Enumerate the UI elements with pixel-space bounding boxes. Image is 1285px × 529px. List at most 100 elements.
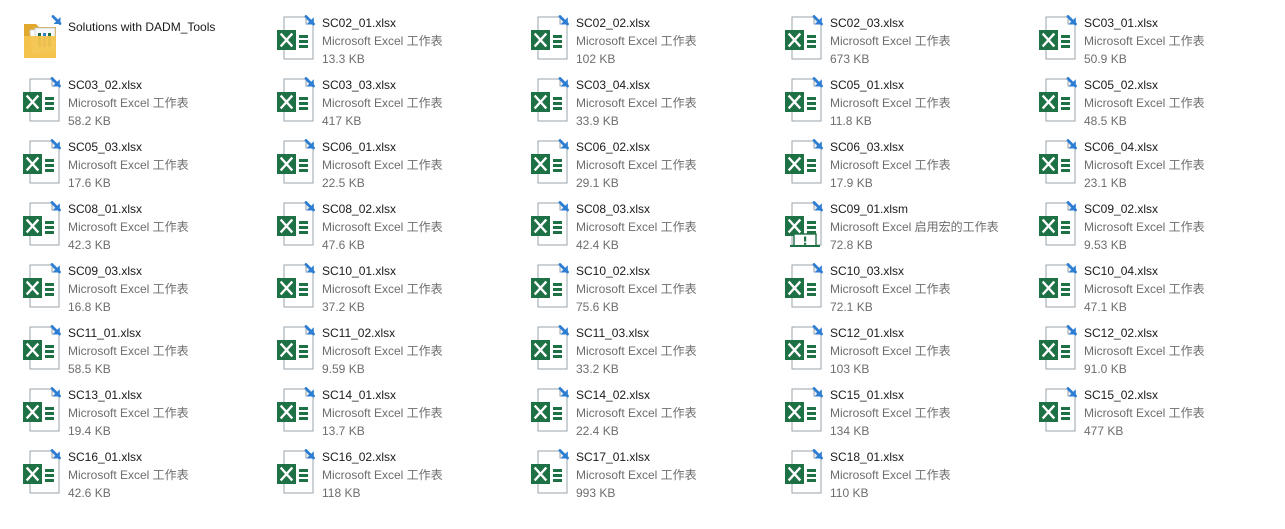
- file-tile[interactable]: SC06_04.xlsx Microsoft Excel 工作表 23.1 KB: [1036, 136, 1285, 192]
- file-tile[interactable]: SC08_01.xlsx Microsoft Excel 工作表 42.3 KB: [20, 198, 270, 254]
- excel-workbook-icon: [784, 138, 824, 186]
- file-details: SC18_01.xlsx Microsoft Excel 工作表 110 KB: [830, 448, 1030, 502]
- excel-workbook-icon: [530, 448, 570, 496]
- file-tile[interactable]: SC06_02.xlsx Microsoft Excel 工作表 29.1 KB: [528, 136, 778, 192]
- file-name: SC14_02.xlsx: [576, 388, 651, 402]
- file-tile[interactable]: SC03_01.xlsx Microsoft Excel 工作表 50.9 KB: [1036, 12, 1285, 68]
- excel-workbook-icon: [276, 324, 316, 372]
- file-size: 22.4 KB: [576, 424, 619, 438]
- file-tile[interactable]: SC16_02.xlsx Microsoft Excel 工作表 118 KB: [274, 446, 524, 502]
- file-tile[interactable]: SC13_01.xlsx Microsoft Excel 工作表 19.4 KB: [20, 384, 270, 440]
- file-size: 23.1 KB: [1084, 176, 1127, 190]
- file-tile[interactable]: SC12_02.xlsx Microsoft Excel 工作表 91.0 KB: [1036, 322, 1285, 378]
- file-name: SC16_02.xlsx: [322, 450, 397, 464]
- file-tile[interactable]: SC10_04.xlsx Microsoft Excel 工作表 47.1 KB: [1036, 260, 1285, 316]
- file-type: Microsoft Excel 工作表: [576, 344, 697, 358]
- file-tile[interactable]: SC15_02.xlsx Microsoft Excel 工作表 477 KB: [1036, 384, 1285, 440]
- file-tile[interactable]: SC08_03.xlsx Microsoft Excel 工作表 42.4 KB: [528, 198, 778, 254]
- file-details: SC02_03.xlsx Microsoft Excel 工作表 673 KB: [830, 14, 1030, 68]
- file-name: SC17_01.xlsx: [576, 450, 651, 464]
- file-tile[interactable]: SC09_01.xlsm Microsoft Excel 启用宏的工作表 72.…: [782, 198, 1032, 254]
- file-tile[interactable]: SC06_03.xlsx Microsoft Excel 工作表 17.9 KB: [782, 136, 1032, 192]
- file-tile[interactable]: SC11_03.xlsx Microsoft Excel 工作表 33.2 KB: [528, 322, 778, 378]
- excel-workbook-icon: [530, 138, 570, 186]
- file-type: Microsoft Excel 工作表: [1084, 220, 1205, 234]
- excel-workbook-icon: [276, 76, 316, 124]
- file-tile[interactable]: SC06_01.xlsx Microsoft Excel 工作表 22.5 KB: [274, 136, 524, 192]
- file-type: Microsoft Excel 启用宏的工作表: [830, 220, 999, 234]
- file-type: Microsoft Excel 工作表: [68, 468, 189, 482]
- file-tile[interactable]: SC17_01.xlsx Microsoft Excel 工作表 993 KB: [528, 446, 778, 502]
- file-name: SC03_02.xlsx: [68, 78, 143, 92]
- file-tile[interactable]: SC02_01.xlsx Microsoft Excel 工作表 13.3 KB: [274, 12, 524, 68]
- file-size: 9.53 KB: [1084, 238, 1127, 252]
- file-size: 33.9 KB: [576, 114, 619, 128]
- excel-workbook-icon: [784, 324, 824, 372]
- file-details: SC06_03.xlsx Microsoft Excel 工作表 17.9 KB: [830, 138, 1030, 192]
- file-details: SC02_02.xlsx Microsoft Excel 工作表 102 KB: [576, 14, 776, 68]
- excel-workbook-icon: [530, 262, 570, 310]
- file-tile[interactable]: SC09_02.xlsx Microsoft Excel 工作表 9.53 KB: [1036, 198, 1285, 254]
- file-details: SC09_01.xlsm Microsoft Excel 启用宏的工作表 72.…: [830, 200, 1030, 254]
- file-tile[interactable]: SC14_01.xlsx Microsoft Excel 工作表 13.7 KB: [274, 384, 524, 440]
- file-tile[interactable]: SC15_01.xlsx Microsoft Excel 工作表 134 KB: [782, 384, 1032, 440]
- file-size: 58.5 KB: [68, 362, 111, 376]
- file-tile[interactable]: SC16_01.xlsx Microsoft Excel 工作表 42.6 KB: [20, 446, 270, 502]
- file-size: 75.6 KB: [576, 300, 619, 314]
- file-name: SC06_03.xlsx: [830, 140, 905, 154]
- file-tile[interactable]: SC12_01.xlsx Microsoft Excel 工作表 103 KB: [782, 322, 1032, 378]
- file-details: SC14_01.xlsx Microsoft Excel 工作表 13.7 KB: [322, 386, 522, 440]
- file-name: SC08_01.xlsx: [68, 202, 143, 216]
- file-tile[interactable]: SC14_02.xlsx Microsoft Excel 工作表 22.4 KB: [528, 384, 778, 440]
- file-size: 29.1 KB: [576, 176, 619, 190]
- file-tile[interactable]: SC02_03.xlsx Microsoft Excel 工作表 673 KB: [782, 12, 1032, 68]
- file-tile[interactable]: SC03_02.xlsx Microsoft Excel 工作表 58.2 KB: [20, 74, 270, 130]
- file-name: SC18_01.xlsx: [830, 450, 905, 464]
- excel-workbook-icon: [530, 200, 570, 248]
- file-details: SC16_02.xlsx Microsoft Excel 工作表 118 KB: [322, 448, 522, 502]
- excel-workbook-icon: [1038, 262, 1078, 310]
- file-type: Microsoft Excel 工作表: [68, 220, 189, 234]
- file-tile[interactable]: SC10_02.xlsx Microsoft Excel 工作表 75.6 KB: [528, 260, 778, 316]
- file-name: SC09_01.xlsm: [830, 202, 909, 216]
- file-type: Microsoft Excel 工作表: [1084, 96, 1205, 110]
- file-tile[interactable]: SC08_02.xlsx Microsoft Excel 工作表 47.6 KB: [274, 198, 524, 254]
- file-type: Microsoft Excel 工作表: [68, 96, 189, 110]
- file-tile[interactable]: SC03_04.xlsx Microsoft Excel 工作表 33.9 KB: [528, 74, 778, 130]
- file-tile[interactable]: SC02_02.xlsx Microsoft Excel 工作表 102 KB: [528, 12, 778, 68]
- file-tile[interactable]: SC05_01.xlsx Microsoft Excel 工作表 11.8 KB: [782, 74, 1032, 130]
- file-size: 91.0 KB: [1084, 362, 1127, 376]
- file-name: SC03_03.xlsx: [322, 78, 397, 92]
- file-tile[interactable]: SC03_03.xlsx Microsoft Excel 工作表 417 KB: [274, 74, 524, 130]
- excel-workbook-icon: [22, 386, 62, 434]
- folder-tile[interactable]: Solutions with DADM_Tools: [20, 12, 270, 68]
- excel-workbook-icon: [1038, 200, 1078, 248]
- file-type: Microsoft Excel 工作表: [830, 468, 951, 482]
- file-name: SC03_01.xlsx: [1084, 16, 1159, 30]
- excel-workbook-icon: [276, 448, 316, 496]
- file-size: 17.6 KB: [68, 176, 111, 190]
- file-tile[interactable]: SC11_02.xlsx Microsoft Excel 工作表 9.59 KB: [274, 322, 524, 378]
- file-name: SC02_02.xlsx: [576, 16, 651, 30]
- file-tile[interactable]: SC09_03.xlsx Microsoft Excel 工作表 16.8 KB: [20, 260, 270, 316]
- file-type: Microsoft Excel 工作表: [576, 158, 697, 172]
- file-details: SC15_02.xlsx Microsoft Excel 工作表 477 KB: [1084, 386, 1284, 440]
- file-tile[interactable]: SC18_01.xlsx Microsoft Excel 工作表 110 KB: [782, 446, 1032, 502]
- file-tile[interactable]: SC05_02.xlsx Microsoft Excel 工作表 48.5 KB: [1036, 74, 1285, 130]
- file-tile[interactable]: SC10_03.xlsx Microsoft Excel 工作表 72.1 KB: [782, 260, 1032, 316]
- excel-workbook-icon: [530, 324, 570, 372]
- file-size: 134 KB: [830, 424, 870, 438]
- file-tile[interactable]: SC05_03.xlsx Microsoft Excel 工作表 17.6 KB: [20, 136, 270, 192]
- file-type: Microsoft Excel 工作表: [322, 220, 443, 234]
- file-tile[interactable]: SC11_01.xlsx Microsoft Excel 工作表 58.5 KB: [20, 322, 270, 378]
- file-name: SC09_03.xlsx: [68, 264, 143, 278]
- file-size: 110 KB: [830, 486, 869, 500]
- file-details: Solutions with DADM_Tools: [68, 18, 268, 36]
- file-size: 16.8 KB: [68, 300, 111, 314]
- file-details: SC03_02.xlsx Microsoft Excel 工作表 58.2 KB: [68, 76, 268, 130]
- excel-workbook-icon: [784, 14, 824, 62]
- file-name: SC16_01.xlsx: [68, 450, 143, 464]
- file-tile[interactable]: SC10_01.xlsx Microsoft Excel 工作表 37.2 KB: [274, 260, 524, 316]
- file-size: 19.4 KB: [68, 424, 111, 438]
- file-size: 477 KB: [1084, 424, 1124, 438]
